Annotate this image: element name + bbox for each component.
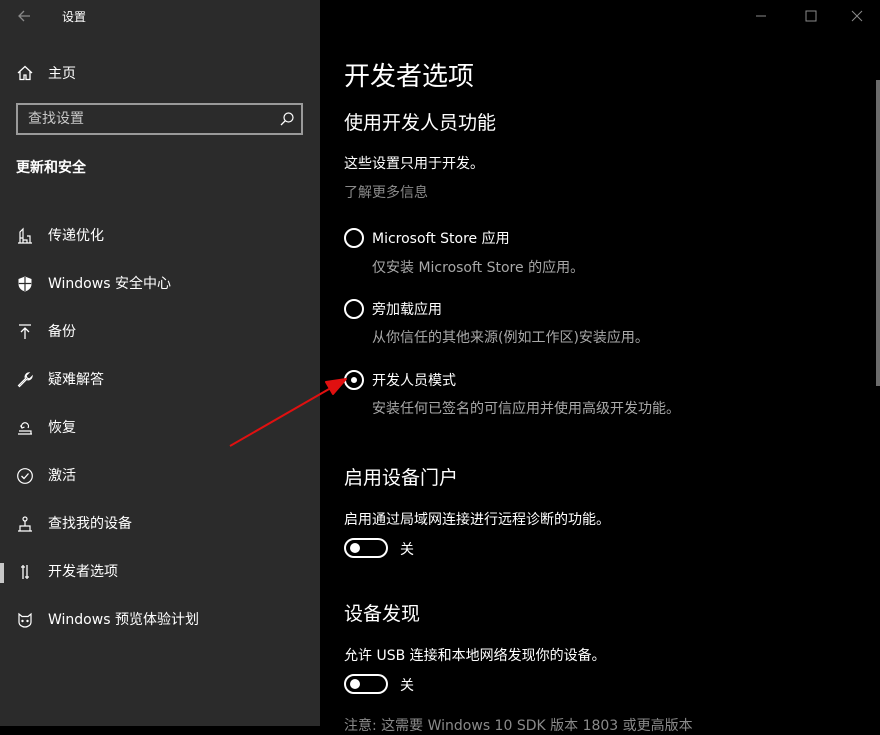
- sidebar-item-delivery-optimization[interactable]: 传递优化: [0, 214, 320, 262]
- minimize-icon: [756, 15, 766, 17]
- section-title: 更新和安全: [16, 160, 86, 176]
- toggle-state-label: 关: [400, 678, 414, 694]
- dev-features-description: 这些设置只用于开发。: [344, 156, 484, 172]
- device-discovery-description: 允许 USB 连接和本地网络发现你的设备。: [344, 648, 606, 664]
- developer-icon: [21, 565, 29, 579]
- sidebar-item-label: 传递优化: [48, 228, 104, 244]
- sidebar-item-troubleshoot[interactable]: 疑难解答: [0, 358, 320, 406]
- sidebar-item-label: 激活: [48, 468, 76, 484]
- sidebar-item-label: Windows 预览体验计划: [48, 612, 199, 628]
- device-portal-description: 启用通过局域网连接进行远程诊断的功能。: [344, 512, 610, 528]
- close-button[interactable]: [834, 0, 880, 32]
- maximize-icon: [805, 10, 817, 22]
- sidebar-item-label: 查找我的设备: [48, 516, 132, 532]
- device-discovery-toggle-row[interactable]: 关: [344, 674, 544, 696]
- radio-developer-mode[interactable]: 开发人员模式: [344, 369, 844, 391]
- radio-circle[interactable]: [344, 299, 364, 319]
- back-button[interactable]: [12, 5, 36, 27]
- sidebar-item-label: 疑难解答: [48, 372, 104, 388]
- device-discovery-heading: 设备发现: [344, 603, 421, 625]
- maximize-button[interactable]: [788, 0, 834, 32]
- radio-description: 安装任何已签名的可信应用并使用高级开发功能。: [372, 401, 680, 417]
- sidebar-nav: 传递优化 Windows 安全中心 备份 疑难解答 恢复 激活 查找我的设备 开…: [0, 214, 320, 646]
- find-device-icon: [18, 516, 32, 532]
- home-nav-item[interactable]: 主页: [16, 62, 306, 84]
- insider-icon: [18, 612, 32, 628]
- sidebar-item-recovery[interactable]: 恢复: [0, 406, 320, 454]
- radio-sideload-apps[interactable]: 旁加载应用: [344, 298, 844, 320]
- search-box[interactable]: [16, 103, 303, 135]
- device-portal-toggle[interactable]: [344, 538, 388, 558]
- radio-circle-selected[interactable]: [344, 370, 364, 390]
- learn-more-link[interactable]: 了解更多信息: [344, 182, 428, 202]
- device-portal-heading: 启用设备门户: [344, 467, 459, 489]
- sidebar-item-find-my-device[interactable]: 查找我的设备: [0, 502, 320, 550]
- app-title: 设置: [62, 10, 87, 24]
- content-pane: 开发者选项 使用开发人员功能 这些设置只用于开发。 了解更多信息 Microso…: [320, 0, 880, 734]
- radio-description: 仅安装 Microsoft Store 的应用。: [372, 260, 585, 276]
- delivery-optimization-icon: [18, 227, 32, 244]
- backup-icon: [19, 324, 31, 339]
- sidebar-item-developer-options[interactable]: 开发者选项: [0, 550, 320, 598]
- check-circle-icon: [17, 468, 33, 484]
- sidebar-item-label: 开发者选项: [48, 564, 118, 580]
- radio-label: 开发人员模式: [372, 373, 456, 389]
- close-icon: [851, 10, 863, 22]
- sidebar-item-backup[interactable]: 备份: [0, 310, 320, 358]
- device-discovery-note: 注意: 这需要 Windows 10 SDK 版本 1803 或更高版本: [344, 718, 693, 734]
- radio-store-apps[interactable]: Microsoft Store 应用: [344, 227, 844, 249]
- shield-icon: [18, 276, 32, 292]
- radio-dot: [351, 377, 357, 383]
- settings-sidebar: 设置 主页 更新和安全 传递优化 Windows 安全中心: [0, 0, 320, 726]
- radio-description: 从你信任的其他来源(例如工作区)安装应用。: [372, 330, 649, 346]
- toggle-knob: [350, 679, 360, 689]
- page-title: 开发者选项: [344, 62, 475, 92]
- device-portal-toggle-row[interactable]: 关: [344, 538, 544, 560]
- back-arrow-icon: [18, 10, 30, 22]
- sidebar-item-label: Windows 安全中心: [48, 276, 171, 292]
- radio-circle[interactable]: [344, 228, 364, 248]
- device-discovery-toggle[interactable]: [344, 674, 388, 694]
- home-icon: [17, 65, 33, 81]
- radio-label: 旁加载应用: [372, 302, 442, 318]
- search-input[interactable]: [18, 105, 278, 133]
- dev-features-heading: 使用开发人员功能: [344, 112, 497, 134]
- recovery-icon: [18, 422, 32, 435]
- wrench-icon: [17, 372, 33, 388]
- home-label: 主页: [48, 66, 76, 82]
- radio-label: Microsoft Store 应用: [372, 231, 510, 247]
- scrollbar[interactable]: [876, 80, 880, 386]
- sidebar-item-activation[interactable]: 激活: [0, 454, 320, 502]
- selection-indicator: [0, 563, 4, 583]
- toggle-knob: [350, 543, 360, 553]
- sidebar-item-label: 恢复: [48, 420, 76, 436]
- sidebar-item-label: 备份: [48, 324, 76, 340]
- minimize-button[interactable]: [738, 0, 784, 32]
- sidebar-item-windows-insider[interactable]: Windows 预览体验计划: [0, 598, 320, 646]
- search-icon[interactable]: [279, 111, 295, 127]
- sidebar-item-windows-security[interactable]: Windows 安全中心: [0, 262, 320, 310]
- toggle-state-label: 关: [400, 542, 414, 558]
